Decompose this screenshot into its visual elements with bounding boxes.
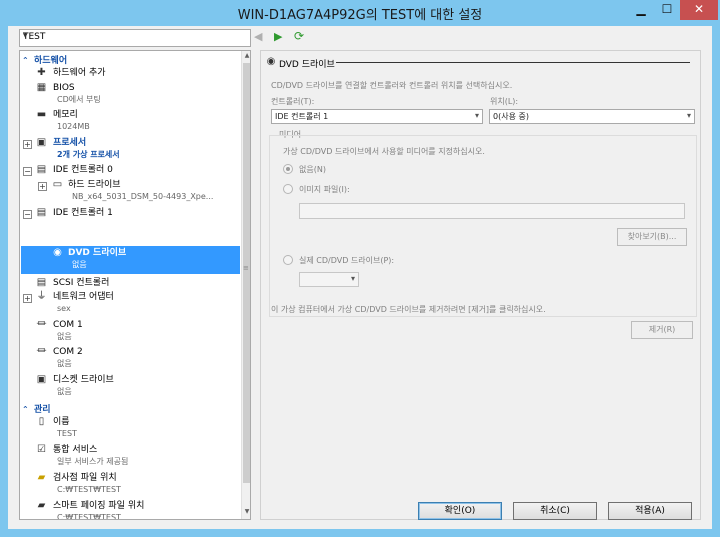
settings-window: WIN-D1AG7A4P92G의 TEST에 대한 설정 ▁ ☐ ✕ TEST … xyxy=(0,0,720,537)
tree-item-com1-sub: 없음 xyxy=(57,332,72,341)
refresh-icon[interactable]: ⟳ xyxy=(294,29,304,43)
expand-icon[interactable]: + xyxy=(38,182,47,191)
minimize-button[interactable]: ▁ xyxy=(628,0,654,20)
back-arrow-icon[interactable]: ◀ xyxy=(254,30,262,43)
section-management[interactable]: ⌃ 관리 xyxy=(22,402,51,415)
radio-image-file-label: 이미지 파일(I): xyxy=(299,185,350,194)
hard-drive-icon: ▭ xyxy=(52,179,63,190)
chevron-down-icon: ▾ xyxy=(350,274,355,283)
controller-dropdown-value: IDE 컨트롤러 1 xyxy=(275,112,329,121)
tree-item-integration-sub: 일부 서비스가 제공됨 xyxy=(57,457,129,466)
collapse-icon[interactable]: − xyxy=(23,210,32,219)
controller-label: 컨트롤러(T): xyxy=(271,97,315,106)
close-button[interactable]: ✕ xyxy=(680,0,718,20)
scsi-controller-icon: ▤ xyxy=(36,277,47,288)
radio-physical-drive[interactable] xyxy=(283,255,293,265)
tree-item-snapshot-sub: C:₩TEST₩TEST xyxy=(57,485,121,494)
dvd-icon: ◉ xyxy=(53,247,62,258)
collapse-icon[interactable]: − xyxy=(23,167,32,176)
name-icon: ▯ xyxy=(38,416,45,427)
browse-button[interactable]: 찾아보기(B)... xyxy=(617,228,687,246)
physical-drive-dropdown[interactable]: ▾ xyxy=(299,272,359,287)
radio-physical-drive-label: 실제 CD/DVD 드라이브(P): xyxy=(299,256,395,265)
details-pane: ◉ DVD 드라이브 CD/DVD 드라이브를 연결할 컨트롤러와 컨트롤러 위… xyxy=(260,50,701,520)
ide-controller-icon: ▤ xyxy=(36,164,47,175)
section-hardware[interactable]: ⌃ 하드웨어 xyxy=(22,53,68,66)
tree-item-floppy-sub: 없음 xyxy=(57,387,72,396)
tree-item-network-sub: sex xyxy=(57,304,71,313)
chevron-down-icon: ▾ xyxy=(686,111,691,120)
controller-dropdown[interactable]: IDE 컨트롤러 1 ▾ xyxy=(271,109,483,124)
forward-arrow-icon[interactable]: ▶ xyxy=(274,30,282,43)
bios-icon: ▦ xyxy=(36,82,47,93)
chevron-down-icon: ▾ xyxy=(23,31,28,41)
tree-item-bios-sub: CD에서 부팅 xyxy=(57,95,101,104)
smart-paging-icon: ▰ xyxy=(37,500,46,511)
processor-icon: ▣ xyxy=(36,137,47,148)
tree-item-hard-drive-sub: NB_x64_5031_DSM_50-4493_Xpe... xyxy=(72,192,214,201)
settings-tree: ⌃ 하드웨어 ✚ 하드웨어 추가 ▦ BIOS CD에서 부팅 ▬ 메모리 102… xyxy=(19,50,251,520)
window-title: WIN-D1AG7A4P92G의 TEST에 대한 설정 xyxy=(237,8,483,23)
expand-icon[interactable]: + xyxy=(23,140,32,149)
media-description: 가상 CD/DVD 드라이브에서 사용할 미디어를 지정하십시오. xyxy=(283,147,485,156)
com-port-icon: ⏛ xyxy=(36,319,47,330)
tree-item-scsi[interactable]: SCSI 컨트롤러 xyxy=(53,277,109,290)
radio-none-label: 없음(N) xyxy=(299,165,326,174)
scroll-up-icon[interactable]: ▲ xyxy=(242,52,250,62)
tree-item-name-sub: TEST xyxy=(57,429,77,438)
scrollbar-thumb[interactable] xyxy=(243,63,250,483)
ide-controller-icon: ▤ xyxy=(36,207,47,218)
section-management-label: 관리 xyxy=(34,405,51,415)
chevron-down-icon: ▾ xyxy=(474,111,479,120)
tree-item-dvd-drive-sub: 없음 xyxy=(72,260,87,269)
integration-services-icon: ☑ xyxy=(37,444,46,455)
collapse-icon: ⌃ xyxy=(22,405,29,414)
snapshot-folder-icon: ▰ xyxy=(37,472,46,483)
dvd-icon: ◉ xyxy=(266,56,276,67)
radio-none[interactable] xyxy=(283,164,293,174)
panel-title: DVD 드라이브 xyxy=(279,60,335,70)
tree-scrollbar[interactable]: ▲ ≡ ▼ xyxy=(241,51,250,519)
dialog-client: TEST ▾ ◀ ▶ ⟳ ⌃ 하드웨어 ✚ 하드웨어 추가 ▦ BIOS CD에서… xyxy=(8,26,712,529)
image-file-path-input[interactable] xyxy=(299,203,685,219)
apply-button[interactable]: 적용(A) xyxy=(608,502,692,520)
network-adapter-icon: ⏚ xyxy=(36,291,47,302)
tree-item-memory-sub: 1024MB xyxy=(57,122,90,131)
section-hardware-label: 하드웨어 xyxy=(34,56,68,66)
tree-item-ide-1[interactable]: IDE 컨트롤러 1 xyxy=(53,207,113,220)
maximize-button[interactable]: ☐ xyxy=(654,0,680,20)
panel-description: CD/DVD 드라이브를 연결할 컨트롤러와 컨트롤러 위치를 선택하십시오. xyxy=(271,81,513,90)
media-group xyxy=(269,135,697,317)
radio-image-file[interactable] xyxy=(283,184,293,194)
ok-button[interactable]: 확인(O) xyxy=(418,502,502,520)
remove-button[interactable]: 제거(R) xyxy=(631,321,693,339)
vm-selector[interactable]: TEST ▾ xyxy=(19,29,251,47)
floppy-icon: ▣ xyxy=(36,374,47,385)
tree-item-add-hardware[interactable]: 하드웨어 추가 xyxy=(53,67,106,80)
tree-item-com2-sub: 없음 xyxy=(57,359,72,368)
collapse-icon: ⌃ xyxy=(22,56,29,65)
com-port-icon: ⏛ xyxy=(36,346,47,357)
location-label: 위치(L): xyxy=(490,97,519,106)
cancel-button[interactable]: 취소(C) xyxy=(513,502,597,520)
scroll-down-icon[interactable]: ▼ xyxy=(242,508,250,518)
title-bar[interactable]: WIN-D1AG7A4P92G의 TEST에 대한 설정 ▁ ☐ ✕ xyxy=(0,0,720,26)
tree-item-smart-paging-sub: C:₩TEST₩TEST xyxy=(57,513,121,520)
expand-icon[interactable]: + xyxy=(23,294,32,303)
tree-item-ide-0[interactable]: IDE 컨트롤러 0 xyxy=(53,164,113,177)
tree-item-processor-sub: 2개 가상 프로세서 xyxy=(57,150,120,159)
memory-icon: ▬ xyxy=(36,109,47,120)
remove-hint: 이 가상 컴퓨터에서 가상 CD/DVD 드라이브를 제거하려면 [제거]를 클… xyxy=(271,305,546,314)
panel-title-rule xyxy=(336,62,690,63)
tree-item-dvd-drive-selected[interactable]: ◉ DVD 드라이브 없음 xyxy=(21,246,240,274)
location-dropdown-value: 0(사용 중) xyxy=(493,112,529,121)
location-dropdown[interactable]: 0(사용 중) ▾ xyxy=(489,109,695,124)
grip-icon: ≡ xyxy=(243,264,249,272)
add-hardware-icon: ✚ xyxy=(37,67,46,78)
